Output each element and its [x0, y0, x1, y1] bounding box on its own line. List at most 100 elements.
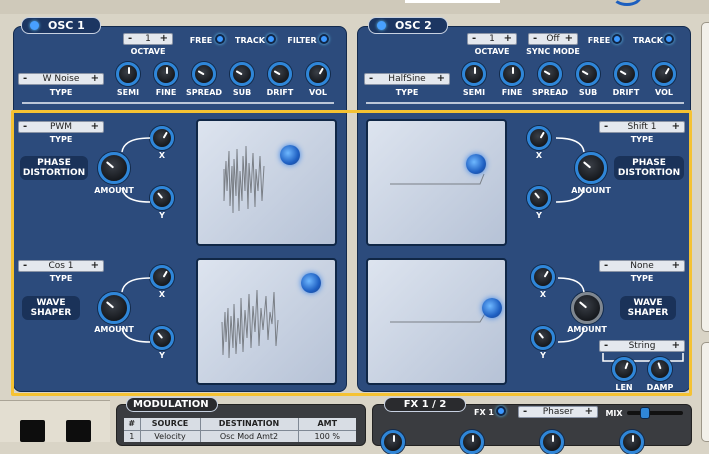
osc1-octave-plus[interactable]: + — [160, 34, 168, 44]
osc1-wave-xy-dot[interactable] — [301, 273, 321, 293]
osc1-phase-type-plus[interactable]: + — [91, 122, 99, 132]
osc1-phase-xy-pad[interactable] — [196, 119, 337, 246]
osc2-octave-spinner[interactable]: - 1 + — [467, 33, 517, 45]
osc1-free-led[interactable] — [215, 34, 225, 44]
osc2-fine-knob[interactable] — [500, 62, 524, 86]
osc1-type-plus[interactable]: + — [91, 74, 99, 84]
osc2-track-led[interactable] — [664, 34, 674, 44]
osc1-wave-xy-pad[interactable] — [196, 258, 337, 385]
osc1-filter-led[interactable] — [319, 34, 329, 44]
mod-row-amt[interactable]: 100 % — [298, 430, 356, 442]
osc2-tab[interactable]: OSC 2 — [368, 17, 448, 34]
osc1-sub-knob[interactable] — [230, 62, 254, 86]
fx-mix-slider-track[interactable] — [627, 411, 683, 415]
fx-knob-1[interactable] — [381, 430, 405, 454]
osc2-semi-knob[interactable] — [462, 62, 486, 86]
mod-row-source[interactable]: Velocity — [140, 430, 201, 442]
fx-effect-plus[interactable]: + — [585, 407, 593, 417]
osc1-octave-label: OCTAVE — [130, 47, 166, 56]
osc1-sub-label: SUB — [232, 88, 252, 97]
osc2-len-label: LEN — [615, 383, 633, 392]
osc1-spread-knob[interactable] — [192, 62, 216, 86]
osc1-phase-xy-dot[interactable] — [280, 145, 300, 165]
osc2-track-label: TRACK — [633, 36, 663, 45]
side-panel-top — [701, 22, 709, 332]
fx-knob-2[interactable] — [460, 430, 484, 454]
osc2-wave-badge: WAVE SHAPER — [620, 296, 676, 320]
osc1-filter-label: FILTER — [287, 36, 317, 45]
osc1-octave-minus[interactable]: - — [128, 34, 132, 44]
osc2-string-spinner[interactable]: - String + — [599, 340, 685, 352]
osc2-power-led[interactable] — [377, 21, 386, 30]
osc1-phase-type-spinner[interactable]: - PWM + — [18, 121, 104, 133]
osc2-wave-xy-dot[interactable] — [482, 298, 502, 318]
osc1-vol-knob[interactable] — [306, 62, 330, 86]
osc1-wave-badge: WAVE SHAPER — [22, 296, 80, 320]
osc2-spread-knob[interactable] — [538, 62, 562, 86]
osc1-drift-knob[interactable] — [268, 62, 292, 86]
osc2-wave-y-label: Y — [540, 351, 546, 360]
osc1-wave-type-plus[interactable]: + — [91, 261, 99, 271]
osc1-wave-type-minus[interactable]: - — [23, 261, 27, 271]
osc1-tab[interactable]: OSC 1 — [21, 17, 101, 34]
osc2-wave-xy-pad[interactable] — [366, 258, 507, 385]
osc2-octave-value: 1 — [489, 34, 495, 44]
fx-mix-slider-handle[interactable] — [640, 407, 650, 419]
osc2-string-plus[interactable]: + — [672, 341, 680, 351]
osc2-phase-type-spinner[interactable]: - Shift 1 + — [599, 121, 685, 133]
osc1-fine-knob[interactable] — [154, 62, 178, 86]
modulation-title: MODULATION — [133, 399, 209, 410]
bottom-left-panel — [0, 400, 110, 442]
key-black-1[interactable] — [20, 420, 45, 442]
osc2-damp-knob[interactable] — [648, 357, 672, 381]
osc1-spread-label: SPREAD — [185, 88, 223, 97]
osc1-wave-type-spinner[interactable]: - Cos 1 + — [18, 260, 104, 272]
mod-row-destination[interactable]: Osc Mod Amt2 — [200, 430, 299, 442]
osc2-type-spinner[interactable]: - HalfSine + — [364, 73, 450, 85]
osc2-sub-label: SUB — [578, 88, 598, 97]
mod-col-num: # — [124, 418, 141, 430]
osc2-string-minus[interactable]: - — [604, 341, 608, 351]
osc2-wave-type-minus[interactable]: - — [604, 261, 608, 271]
fx-knob-4[interactable] — [620, 430, 644, 454]
osc2-type-minus[interactable]: - — [369, 74, 373, 84]
osc2-phase-type-plus[interactable]: + — [672, 122, 680, 132]
fx-knob-3[interactable] — [540, 430, 564, 454]
osc2-damp-label: DAMP — [646, 383, 674, 392]
osc1-track-led[interactable] — [266, 34, 276, 44]
osc2-spread-label: SPREAD — [531, 88, 569, 97]
osc1-phase-waveform — [223, 145, 265, 214]
fx1-led[interactable] — [496, 406, 506, 416]
table-row[interactable]: 1 Velocity Osc Mod Amt2 100 % — [124, 430, 356, 442]
osc2-octave-plus[interactable]: + — [504, 34, 512, 44]
osc2-phase-xy-dot[interactable] — [466, 154, 486, 174]
osc2-type-plus[interactable]: + — [437, 74, 445, 84]
osc1-type-spinner[interactable]: - W Noise + — [18, 73, 104, 85]
osc2-free-led[interactable] — [612, 34, 622, 44]
osc1-octave-spinner[interactable]: - 1 + — [123, 33, 173, 45]
key-black-2[interactable] — [66, 420, 91, 442]
osc2-sync-minus[interactable]: - — [533, 34, 537, 44]
osc2-sub-knob[interactable] — [576, 62, 600, 86]
osc2-phase-type-minus[interactable]: - — [604, 122, 608, 132]
osc1-phase-type-label: TYPE — [49, 135, 73, 144]
osc2-phase-xy-pad[interactable] — [366, 119, 507, 246]
osc1-fine-label: FINE — [155, 88, 177, 97]
osc1-semi-knob[interactable] — [116, 62, 140, 86]
osc2-wave-type-spinner[interactable]: - None + — [599, 260, 685, 272]
osc1-power-led[interactable] — [30, 21, 39, 30]
osc2-sync-plus[interactable]: + — [565, 34, 573, 44]
osc2-vol-knob[interactable] — [652, 62, 676, 86]
osc1-type-minus[interactable]: - — [23, 74, 27, 84]
osc1-phase-type-minus[interactable]: - — [23, 122, 27, 132]
fx-effect-spinner[interactable]: - Phaser + — [518, 406, 598, 418]
osc2-sync-value: Off — [546, 34, 560, 44]
osc1-phase-type-value: PWM — [49, 122, 73, 132]
osc2-sync-spinner[interactable]: - Off + — [528, 33, 578, 45]
osc2-drift-knob[interactable] — [614, 62, 638, 86]
osc2-octave-minus[interactable]: - — [472, 34, 476, 44]
fx-effect-minus[interactable]: - — [523, 407, 527, 417]
osc2-len-knob[interactable] — [612, 357, 636, 381]
osc2-wave-type-plus[interactable]: + — [672, 261, 680, 271]
osc2-phase-x-label: X — [535, 151, 543, 160]
